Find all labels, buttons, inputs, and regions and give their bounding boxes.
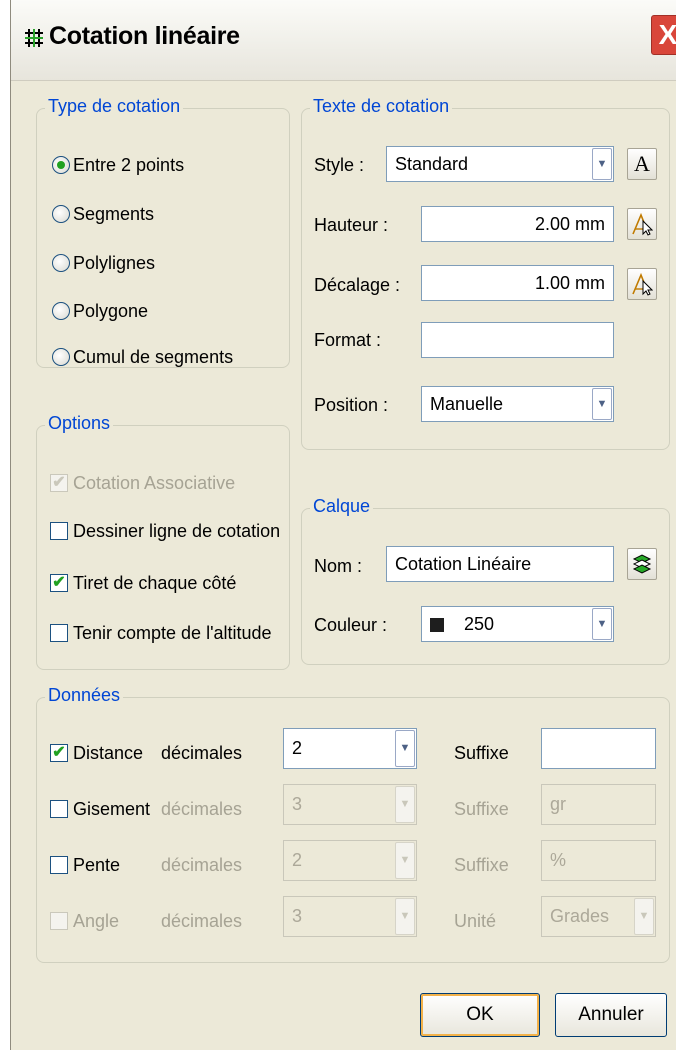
radio-label-polylignes[interactable]: Polylignes bbox=[73, 253, 155, 274]
style-label: Style : bbox=[314, 155, 365, 175]
pick-cursor-icon bbox=[632, 212, 654, 236]
style-value: Standard bbox=[395, 154, 469, 174]
suffixe-label: Suffixe bbox=[454, 855, 509, 875]
couleur-select[interactable]: 250 ▼ bbox=[421, 606, 614, 642]
hauteur-label: Hauteur : bbox=[314, 215, 389, 235]
layers-icon bbox=[632, 554, 652, 574]
radio-cumul-de-segments[interactable] bbox=[52, 348, 70, 366]
checkbox-gisement[interactable] bbox=[50, 800, 68, 818]
checkbox-tiret-chaque-cote[interactable]: ✔ bbox=[50, 574, 68, 592]
label-distance[interactable]: Distance bbox=[73, 743, 143, 764]
decimales-label: décimales bbox=[161, 911, 243, 931]
pick-cursor-icon bbox=[632, 272, 654, 296]
title-bar[interactable]: Cotation linéaire X bbox=[11, 0, 676, 81]
radio-selected-dot bbox=[57, 161, 65, 169]
radio-polygone[interactable] bbox=[52, 302, 70, 320]
chevron-down-icon[interactable]: ▼ bbox=[395, 730, 415, 767]
nom-label: Nom : bbox=[314, 556, 363, 576]
options-legend: Options bbox=[45, 413, 114, 434]
radio-label-cumul-de-segments[interactable]: Cumul de segments bbox=[73, 347, 233, 368]
label-tiret-chaque-cote[interactable]: Tiret de chaque côté bbox=[73, 573, 236, 594]
gisement-decimales-select: 3 ▼ bbox=[283, 784, 417, 825]
texte-cotation-legend: Texte de cotation bbox=[310, 96, 453, 117]
label-gisement[interactable]: Gisement bbox=[73, 799, 150, 820]
decimales-label: décimales bbox=[161, 855, 243, 875]
angle-unite-value: Grades bbox=[550, 906, 610, 926]
layers-button[interactable] bbox=[627, 548, 657, 580]
distance-decimales-value: 2 bbox=[292, 738, 303, 758]
decimales-label: décimales bbox=[161, 799, 243, 819]
style-select[interactable]: Standard ▼ bbox=[386, 146, 614, 182]
label-angle: Angle bbox=[73, 911, 120, 931]
decimales-label: décimales bbox=[161, 743, 243, 763]
position-select[interactable]: Manuelle ▼ bbox=[421, 386, 614, 422]
pente-suffixe-input: % bbox=[541, 840, 656, 881]
checkbox-tenir-compte-altitude[interactable] bbox=[50, 624, 68, 642]
couleur-label: Couleur : bbox=[314, 615, 388, 635]
chevron-down-icon: ▼ bbox=[395, 898, 415, 935]
radio-label-polygone[interactable]: Polygone bbox=[73, 301, 148, 322]
chevron-down-icon: ▼ bbox=[395, 842, 415, 879]
radio-entre-2-points[interactable] bbox=[52, 156, 70, 174]
type-cotation-group: Type de cotation bbox=[36, 96, 290, 368]
grid-icon bbox=[25, 29, 43, 47]
pick-hauteur-button[interactable] bbox=[627, 208, 657, 240]
radio-label-entre-2-points[interactable]: Entre 2 points bbox=[73, 155, 184, 176]
decalage-input[interactable]: 1.00 mm bbox=[421, 265, 614, 301]
decalage-label: Décalage : bbox=[314, 275, 401, 295]
pente-decimales-value: 2 bbox=[292, 850, 303, 870]
dialog-title: Cotation linéaire bbox=[49, 22, 240, 50]
donnees-legend: Données bbox=[45, 685, 124, 706]
chevron-down-icon[interactable]: ▼ bbox=[592, 608, 612, 640]
label-tenir-compte-altitude[interactable]: Tenir compte de l'altitude bbox=[73, 623, 272, 644]
position-value: Manuelle bbox=[430, 394, 504, 414]
pente-decimales-select: 2 ▼ bbox=[283, 840, 417, 881]
font-a-icon: A bbox=[634, 151, 650, 176]
suffixe-label: Suffixe bbox=[454, 799, 509, 819]
suffixe-label: Suffixe bbox=[454, 743, 509, 763]
radio-polylignes[interactable] bbox=[52, 254, 70, 272]
angle-decimales-value: 3 bbox=[292, 906, 303, 926]
calque-legend: Calque bbox=[310, 496, 374, 517]
unite-label: Unité bbox=[454, 911, 497, 931]
radio-segments[interactable] bbox=[52, 205, 70, 223]
close-button[interactable]: X bbox=[651, 15, 676, 55]
position-label: Position : bbox=[314, 395, 389, 415]
distance-suffixe-input[interactable] bbox=[541, 728, 656, 769]
color-swatch bbox=[430, 618, 444, 632]
gisement-suffixe-input: gr bbox=[541, 784, 656, 825]
label-cotation-associative: Cotation Associative bbox=[73, 473, 236, 493]
chevron-down-icon: ▼ bbox=[395, 786, 415, 823]
pick-decalage-button[interactable] bbox=[627, 268, 657, 300]
format-label: Format : bbox=[314, 330, 382, 350]
angle-unite-select: Grades ▼ bbox=[541, 896, 656, 937]
close-icon: X bbox=[658, 19, 676, 50]
gisement-decimales-value: 3 bbox=[292, 794, 303, 814]
checkbox-pente[interactable] bbox=[50, 856, 68, 874]
checkbox-angle bbox=[50, 912, 68, 930]
ok-button[interactable]: OK bbox=[420, 993, 540, 1037]
distance-decimales-select[interactable]: 2 ▼ bbox=[283, 728, 417, 769]
chevron-down-icon: ▼ bbox=[634, 898, 654, 935]
checkbox-dessiner-ligne[interactable] bbox=[50, 522, 68, 540]
dialog-window: Cotation linéaire X Type de cotation Ent… bbox=[10, 0, 676, 1050]
hauteur-input[interactable]: 2.00 mm bbox=[421, 206, 614, 242]
label-dessiner-ligne[interactable]: Dessiner ligne de cotation bbox=[73, 521, 280, 542]
cancel-button[interactable]: Annuler bbox=[555, 993, 667, 1037]
format-input[interactable] bbox=[421, 322, 614, 358]
couleur-value: 250 bbox=[464, 614, 495, 634]
chevron-down-icon[interactable]: ▼ bbox=[592, 388, 612, 420]
radio-label-segments[interactable]: Segments bbox=[73, 204, 154, 225]
checkbox-cotation-associative: ✔ bbox=[50, 474, 68, 492]
chevron-down-icon[interactable]: ▼ bbox=[592, 148, 612, 180]
label-pente[interactable]: Pente bbox=[73, 855, 120, 876]
angle-decimales-select: 3 ▼ bbox=[283, 896, 417, 937]
checkbox-distance[interactable]: ✔ bbox=[50, 744, 68, 762]
type-cotation-legend: Type de cotation bbox=[45, 96, 184, 117]
font-style-button[interactable]: A bbox=[627, 148, 657, 180]
nom-input[interactable]: Cotation Linéaire bbox=[386, 546, 614, 582]
